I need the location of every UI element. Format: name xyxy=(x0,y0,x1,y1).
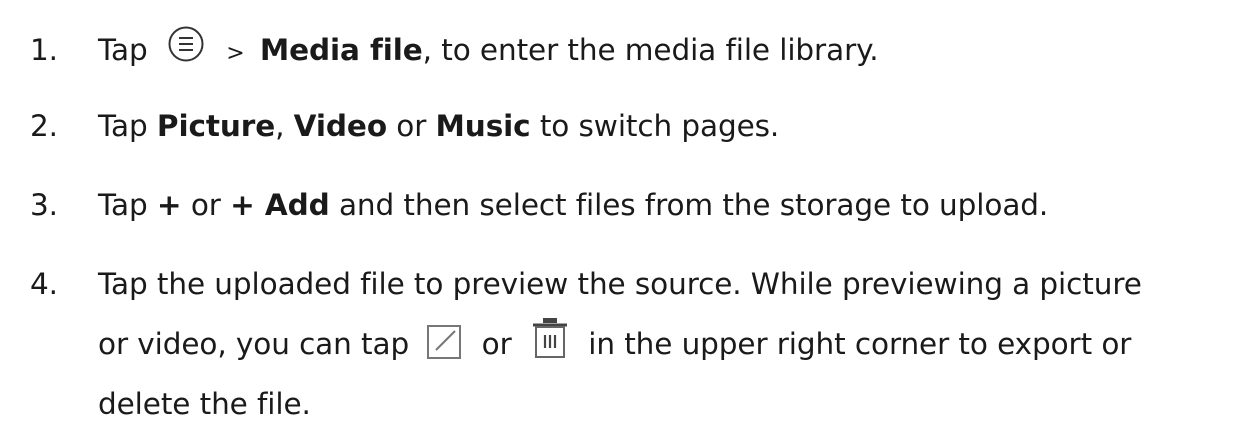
music-label: Music xyxy=(435,109,531,143)
or-word: or xyxy=(481,327,512,361)
media-file-label: Media file xyxy=(259,33,423,67)
add-label: + Add xyxy=(230,188,330,222)
plus-label: + xyxy=(156,188,182,222)
step-number: 1. xyxy=(30,33,58,67)
picture-label: Picture xyxy=(156,109,276,143)
step-text: Tap > Media file, to enter the media fil… xyxy=(98,20,1243,84)
step-number: 2. xyxy=(30,109,58,143)
step-text: Tap Picture, Video or Music to switch pa… xyxy=(98,96,1243,156)
step-number: 3. xyxy=(30,188,58,222)
separator: > xyxy=(226,41,245,66)
step-line-2-start: or video, you can tap xyxy=(98,327,410,361)
step-line-2-end: in the upper right corner to export or xyxy=(588,327,1132,361)
or-word: or xyxy=(396,109,427,143)
step-line-1: Tap the uploaded file to preview the sou… xyxy=(98,267,1142,301)
tap-word: Tap xyxy=(98,33,148,67)
step-text: Tap the uploaded file to preview the sou… xyxy=(98,254,1243,434)
menu-circle-icon xyxy=(167,25,205,63)
step-text: Tap + or + Add and then select files fro… xyxy=(98,175,1243,235)
step-line-2: or video, you can tap or in the upper ri… xyxy=(98,314,1243,374)
or-word: or xyxy=(190,188,221,222)
step-number: 4. xyxy=(30,267,58,301)
step-line-3: delete the file. xyxy=(98,387,311,421)
step-rest: , to enter the media file library. xyxy=(422,33,879,67)
video-label: Video xyxy=(293,109,387,143)
tap-word: Tap xyxy=(98,188,148,222)
tap-word: Tap xyxy=(98,109,148,143)
step-rest: and then select files from the storage t… xyxy=(338,188,1049,222)
trash-icon xyxy=(531,317,569,359)
step-rest: to switch pages. xyxy=(539,109,780,143)
export-icon xyxy=(426,324,462,360)
comma: , xyxy=(275,109,285,143)
